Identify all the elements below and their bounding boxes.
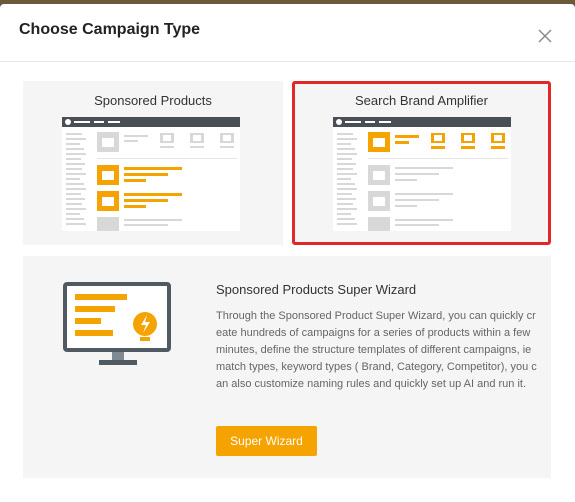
dialog-header: Choose Campaign Type — [0, 4, 575, 62]
monitor-lightbulb-icon — [63, 282, 173, 368]
close-button[interactable] — [535, 26, 555, 46]
super-wizard-button[interactable]: Super Wizard — [216, 426, 317, 456]
sponsored-products-preview-image — [62, 117, 240, 231]
dialog-title: Choose Campaign Type — [19, 21, 201, 38]
super-wizard-panel: Sponsored Products Super Wizard Through … — [23, 256, 551, 478]
search-brand-amplifier-preview-image — [333, 117, 511, 231]
campaign-type-label: Search Brand Amplifier — [355, 93, 488, 108]
super-wizard-title: Sponsored Products Super Wizard — [216, 282, 417, 297]
choose-campaign-type-dialog: Choose Campaign Type Sponsored Products — [0, 4, 575, 502]
campaign-type-card-sponsored-products[interactable]: Sponsored Products — [23, 81, 283, 245]
campaign-type-label: Sponsored Products — [94, 93, 212, 108]
close-icon — [538, 29, 552, 43]
campaign-type-card-search-brand-amplifier[interactable]: Search Brand Amplifier — [292, 81, 551, 245]
super-wizard-description: Through the Sponsored Product Super Wiza… — [216, 310, 537, 390]
